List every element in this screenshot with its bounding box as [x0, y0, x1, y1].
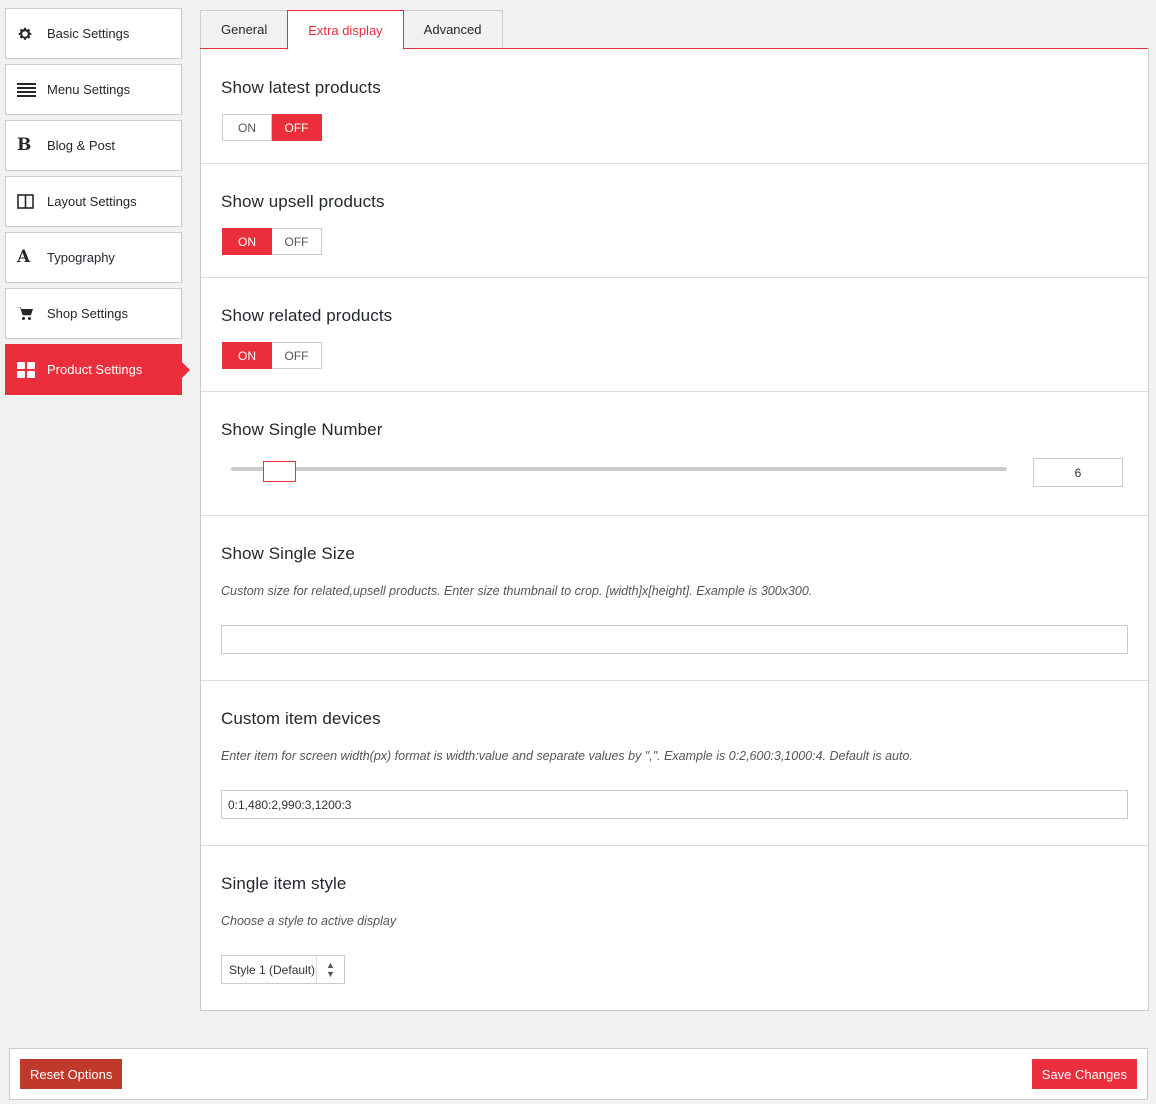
section-title: Show latest products: [221, 78, 381, 97]
section-title: Show Single Size: [221, 544, 355, 563]
section-title: Single item style: [221, 874, 347, 893]
letter-a-icon: A: [17, 247, 31, 267]
toggle-off-option[interactable]: OFF: [272, 114, 322, 141]
tab-advanced[interactable]: Advanced: [402, 10, 503, 49]
single-number-input[interactable]: [1033, 458, 1123, 487]
sidebar-item-label: Product Settings: [47, 362, 143, 377]
single-number-slider-handle[interactable]: [263, 461, 296, 482]
options-footer: Reset Options Save Changes: [9, 1048, 1148, 1100]
menu-lines-icon: [17, 80, 43, 100]
related-products-toggle: ON OFF: [222, 342, 322, 369]
sidebar-item-shop-settings[interactable]: Shop Settings: [5, 288, 182, 339]
sidebar-item-label: Shop Settings: [47, 306, 128, 321]
grid-icon: [17, 360, 43, 380]
tab-extra-display[interactable]: Extra display: [287, 10, 404, 50]
sidebar-item-label: Menu Settings: [47, 82, 131, 97]
sidebar-item-basic-settings[interactable]: Basic Settings: [5, 8, 182, 59]
section-title: Show Single Number: [221, 420, 383, 439]
settings-tabs: General Extra display Advanced: [200, 10, 503, 50]
section-item-devices: Custom item devices Enter item for scree…: [201, 681, 1148, 846]
section-title: Custom item devices: [221, 709, 381, 728]
section-related-products: Show related products ON OFF: [201, 278, 1148, 392]
single-size-input[interactable]: [221, 625, 1128, 654]
updown-arrow-icon: ▲ ▼: [316, 956, 344, 983]
section-upsell-products: Show upsell products ON OFF: [201, 164, 1148, 278]
section-latest-products: Show latest products ON OFF: [201, 49, 1148, 164]
sidebar-item-layout-settings[interactable]: Layout Settings: [5, 176, 182, 227]
sidebar-item-label: Typography: [47, 250, 115, 265]
section-title: Show related products: [221, 306, 393, 325]
reset-options-button[interactable]: Reset Options: [20, 1059, 123, 1089]
select-value: Style 1 (Default): [229, 962, 316, 977]
sidebar-item-menu-settings[interactable]: Menu Settings: [5, 64, 182, 115]
columns-icon: [17, 192, 43, 212]
upsell-products-toggle: ON OFF: [222, 228, 322, 255]
toggle-on-option[interactable]: ON: [222, 342, 272, 369]
single-number-slider-track[interactable]: [231, 467, 1007, 471]
item-style-select[interactable]: Style 1 (Default) ▲ ▼: [221, 955, 345, 984]
section-description: Enter item for screen width(px) format i…: [221, 749, 913, 763]
cart-icon: [17, 304, 43, 324]
toggle-on-option[interactable]: ON: [222, 228, 272, 255]
save-changes-button[interactable]: Save Changes: [1031, 1059, 1137, 1089]
sidebar-item-typography[interactable]: A Typography: [5, 232, 182, 283]
toggle-off-option[interactable]: OFF: [272, 228, 322, 255]
item-devices-input[interactable]: [221, 790, 1128, 819]
settings-sidebar: Basic Settings Menu Settings B Blog & Po…: [5, 8, 190, 400]
sidebar-item-label: Blog & Post: [47, 138, 115, 153]
sidebar-item-product-settings[interactable]: Product Settings: [5, 344, 190, 395]
extra-display-panel: Show latest products ON OFF Show upsell …: [200, 49, 1149, 1011]
toggle-on-option[interactable]: ON: [222, 114, 272, 141]
sidebar-item-blog-post[interactable]: B Blog & Post: [5, 120, 182, 171]
section-description: Choose a style to active display: [221, 914, 397, 928]
sidebar-item-label: Basic Settings: [47, 26, 130, 41]
bold-b-icon: B: [17, 135, 32, 155]
section-single-size: Show Single Size Custom size for related…: [201, 516, 1148, 681]
section-single-number: Show Single Number: [201, 392, 1148, 516]
gear-icon: [17, 24, 43, 44]
toggle-off-option[interactable]: OFF: [272, 342, 322, 369]
section-description: Custom size for related,upsell products.…: [221, 584, 813, 598]
latest-products-toggle: ON OFF: [222, 114, 322, 141]
section-item-style: Single item style Choose a style to acti…: [201, 846, 1148, 1010]
sidebar-item-label: Layout Settings: [47, 194, 137, 209]
section-title: Show upsell products: [221, 192, 385, 211]
tab-general[interactable]: General: [200, 10, 289, 49]
